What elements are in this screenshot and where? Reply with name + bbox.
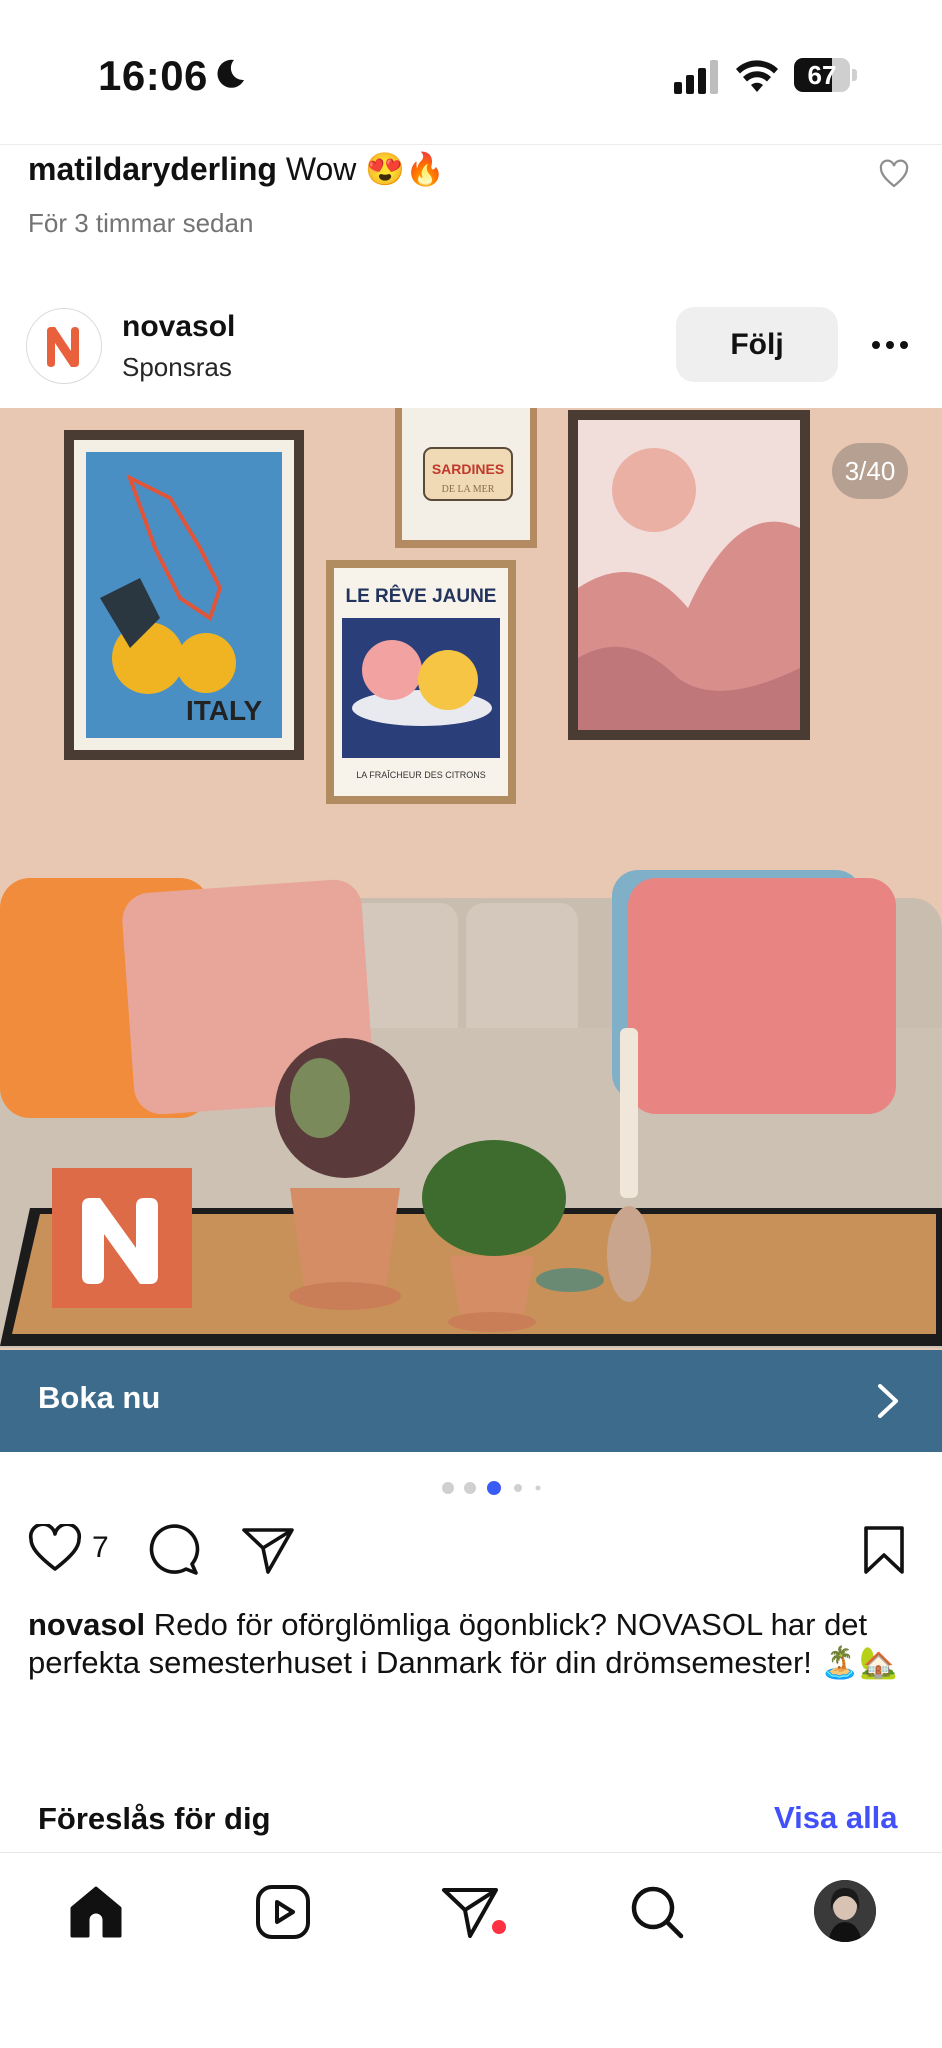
home-icon[interactable] <box>66 1882 126 1942</box>
carousel-dot <box>514 1484 522 1492</box>
poster-sardines-subtitle: DE LA MER <box>442 484 495 495</box>
comment-text: Wow 😍🔥 <box>285 151 445 187</box>
poster-reve-text: LE RÊVE JAUNE <box>346 585 497 607</box>
profile-photo-icon <box>814 1880 876 1942</box>
post-username[interactable]: novasol <box>122 310 235 344</box>
book-now-label[interactable]: Boka nu <box>38 1380 160 1416</box>
search-icon[interactable] <box>627 1882 687 1942</box>
comment-bubble-icon[interactable] <box>146 1524 200 1576</box>
notification-dot <box>492 1920 506 1934</box>
like-heart-icon[interactable] <box>28 1524 82 1574</box>
comment-like-heart-icon[interactable] <box>878 158 910 190</box>
wifi-icon <box>736 60 778 92</box>
see-all-link[interactable]: Visa alla <box>774 1800 898 1836</box>
follow-button[interactable]: Följ <box>676 307 838 382</box>
chevron-right-icon[interactable] <box>874 1382 902 1420</box>
like-count[interactable]: 7 <box>92 1531 109 1565</box>
battery-icon: 67 <box>794 58 858 94</box>
divider <box>0 144 942 145</box>
more-options-icon[interactable] <box>870 330 910 360</box>
caption-text: Redo för oförglömliga ögonblick? NOVASOL… <box>28 1607 898 1680</box>
cellular-signal-icon <box>674 60 718 94</box>
suggested-title: Föreslås för dig <box>38 1801 271 1836</box>
poster-reve-subtitle: LA FRAÎCHEUR DES CITRONS <box>356 770 486 780</box>
comment-preview[interactable]: matildaryderling Wow 😍🔥 <box>28 150 445 188</box>
do-not-disturb-moon-icon <box>217 59 244 88</box>
carousel-dots <box>442 1481 541 1495</box>
share-send-icon[interactable] <box>240 1524 296 1576</box>
carousel-dot <box>535 1485 541 1491</box>
novasol-brand-badge-icon <box>52 1168 192 1308</box>
comment-timestamp: För 3 timmar sedan <box>28 208 254 238</box>
carousel-dot <box>442 1482 454 1494</box>
sponsored-label: Sponsras <box>122 352 232 382</box>
profile-avatar[interactable] <box>814 1880 876 1942</box>
battery-percent: 67 <box>807 60 837 90</box>
post-caption: novasol Redo för oförglömliga ögonblick?… <box>28 1606 898 1682</box>
caption-username[interactable]: novasol <box>28 1607 145 1642</box>
divider <box>0 1852 942 1853</box>
poster-italy-text: ITALY <box>186 695 263 726</box>
carousel-dot-active <box>487 1481 501 1495</box>
poster-sardines-text: SARDINES <box>432 461 504 477</box>
novasol-avatar[interactable] <box>26 308 102 384</box>
novasol-logo-icon <box>47 327 79 367</box>
save-bookmark-icon[interactable] <box>862 1524 906 1576</box>
status-time: 16:06 <box>98 52 208 99</box>
image-counter-badge: 3/40 <box>832 443 908 499</box>
comment-username[interactable]: matildaryderling <box>28 151 277 187</box>
direct-messages-icon[interactable] <box>440 1882 500 1942</box>
reels-icon[interactable] <box>253 1882 313 1942</box>
carousel-dot <box>464 1482 476 1494</box>
